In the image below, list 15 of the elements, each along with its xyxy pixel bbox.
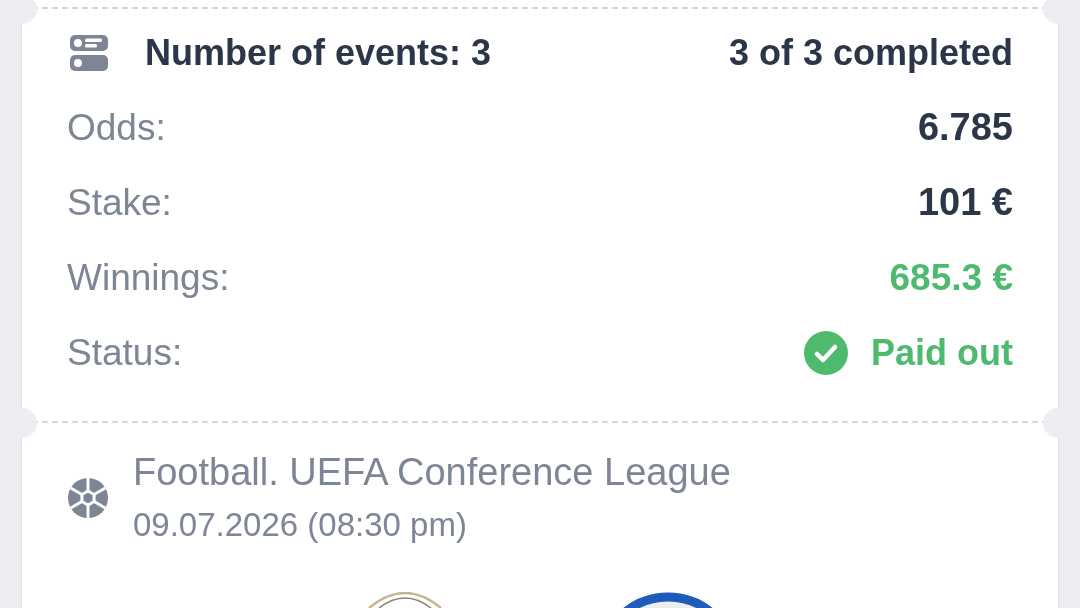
row-value: 6.785 [917, 105, 1013, 150]
row-label: Status: [67, 330, 183, 375]
winnings-value: 685.3 € [889, 255, 1013, 300]
check-circle-icon [804, 330, 848, 375]
row-value: 101 € [917, 180, 1013, 225]
list-icon [70, 34, 108, 71]
row-label: Odds: [67, 105, 166, 150]
status-text: Paid out [871, 330, 1013, 375]
event-date: 09.07.2026 (08:30 pm) [133, 505, 468, 545]
event-title: Football. UEFA Conference League [133, 450, 731, 495]
soccer-ball-icon [68, 477, 108, 518]
completed-count: 3 of 3 completed [728, 30, 1013, 75]
row-label: Stake: [67, 180, 172, 225]
events-count: Number of events: 3 [145, 30, 492, 75]
row-label: Winnings: [67, 255, 230, 300]
